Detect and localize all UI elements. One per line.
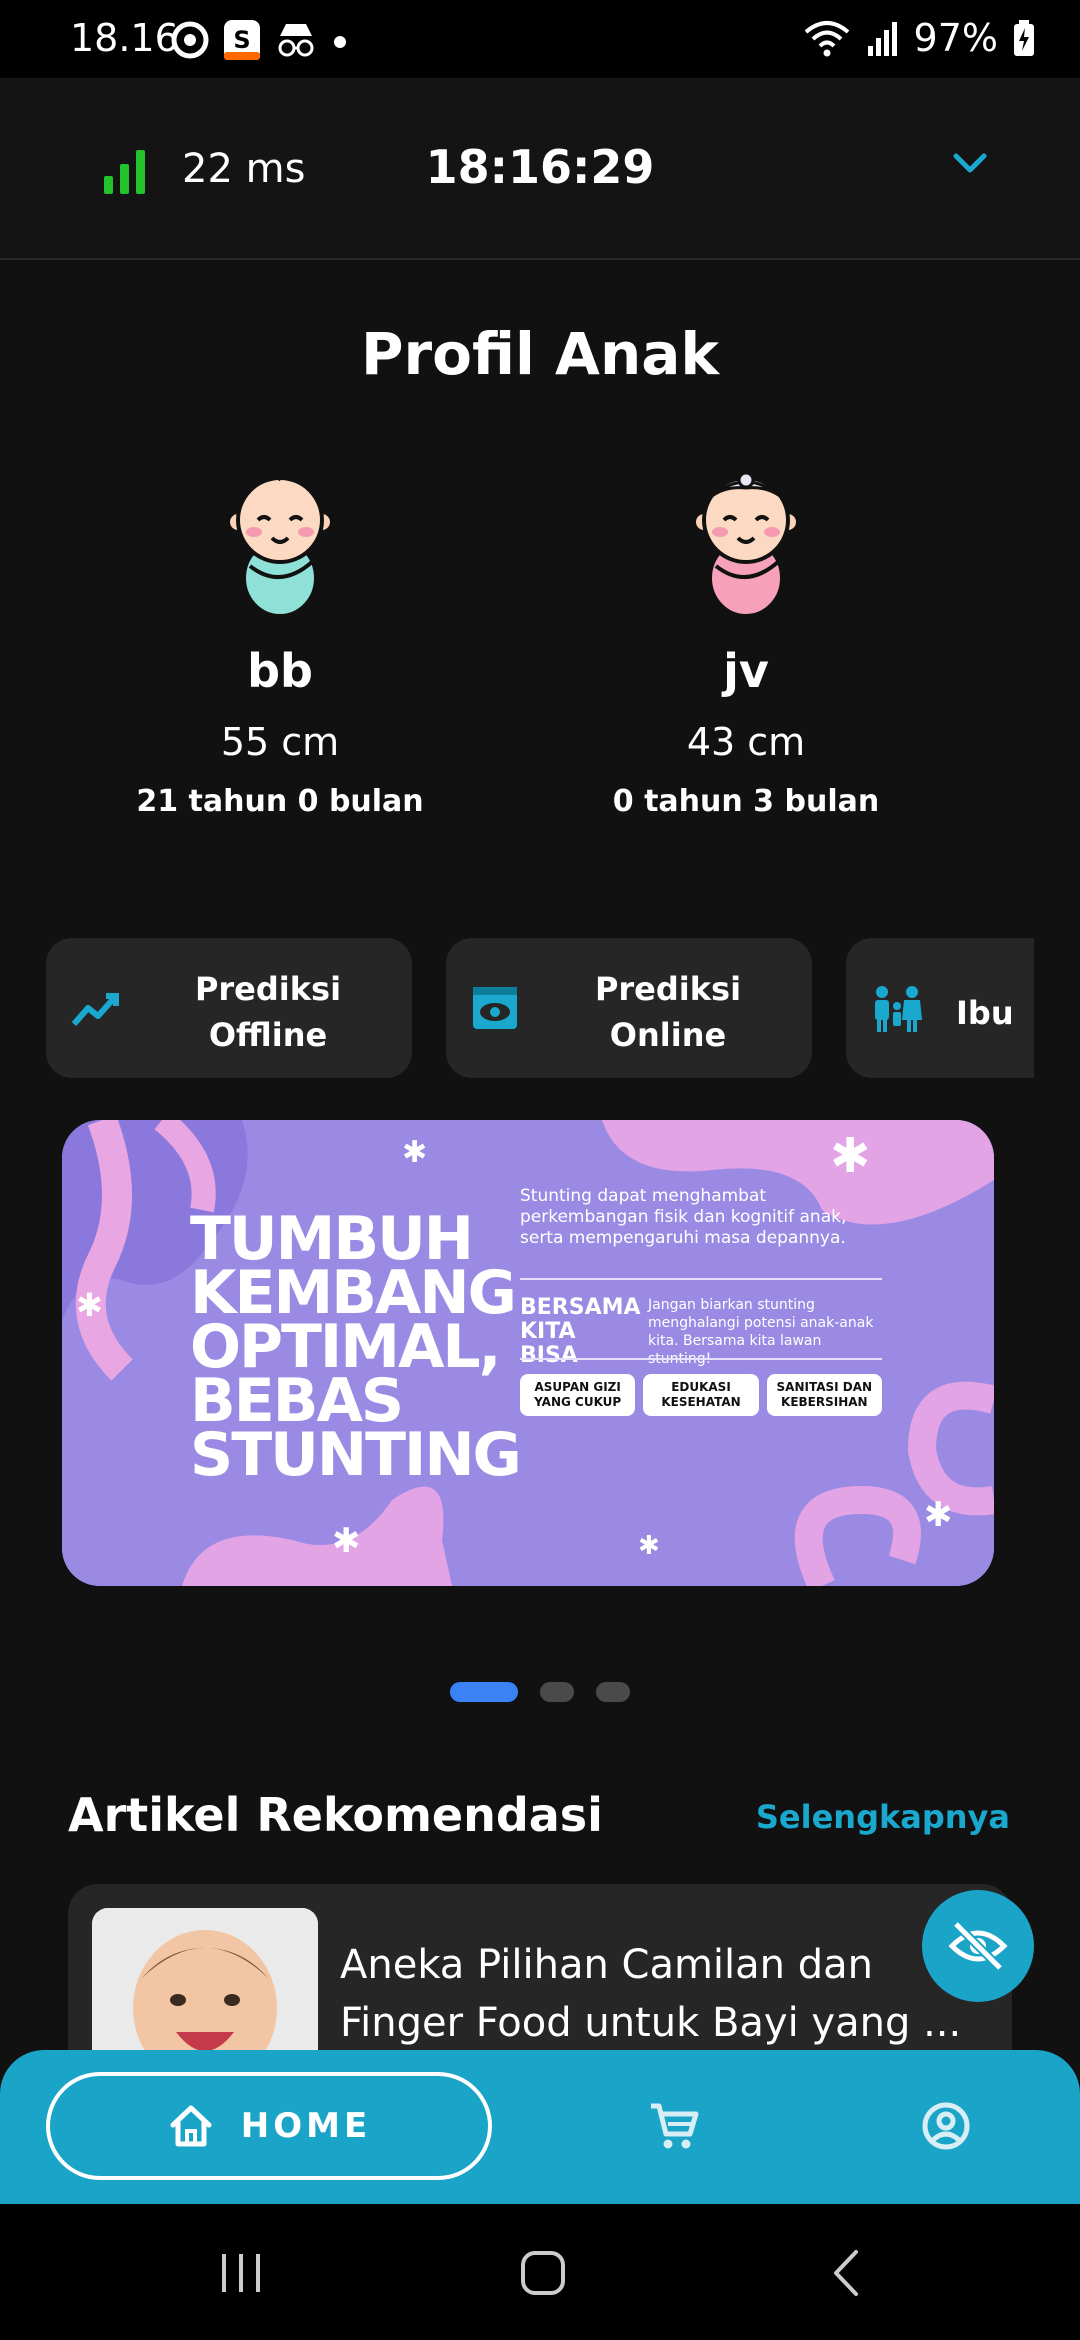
- battery-charging-icon: [1014, 20, 1034, 56]
- bottom-navigation: HOME: [0, 2050, 1080, 2204]
- banner-divider: [520, 1278, 882, 1280]
- baby-girl-avatar-icon: [692, 471, 800, 618]
- cell-signal-icon: [867, 22, 897, 56]
- banner-divider: [520, 1358, 882, 1360]
- battery-percent: 97%: [913, 16, 998, 60]
- more-notifications-dot-icon: [334, 36, 346, 48]
- notification-icons: S: [170, 18, 350, 62]
- cart-icon[interactable]: [648, 2100, 700, 2152]
- page-title: Profil Anak: [361, 320, 719, 388]
- home-system-icon[interactable]: [518, 2248, 568, 2298]
- network-header: 22 ms 18:16:29: [0, 78, 1080, 260]
- profile-icon[interactable]: [920, 2100, 972, 2152]
- banner-pill: ASUPAN GIZI YANG CUKUP: [520, 1374, 636, 1416]
- banner-headline: TUMBUH KEMBANG OPTIMAL, BEBAS STUNTING: [190, 1204, 522, 1490]
- carousel-indicator: [0, 1682, 1080, 1702]
- app-notification-icon: [171, 21, 209, 59]
- status-bar: 18.16 S 97%: [0, 0, 1080, 78]
- home-icon: [170, 2105, 212, 2147]
- baby-avatar-icon: [226, 473, 334, 618]
- svg-text:✱: ✱: [924, 1495, 953, 1535]
- action-carousel[interactable]: Prediksi Offline Prediksi Online Ibu: [46, 938, 1034, 1080]
- svg-text:✱: ✱: [76, 1286, 103, 1324]
- child-name: jv: [723, 644, 769, 698]
- nav-home-button[interactable]: HOME: [46, 2072, 492, 2180]
- child-height: 43 cm: [686, 720, 806, 764]
- family-icon: [875, 986, 922, 1032]
- action-label: Ibu: [956, 994, 1014, 1032]
- trend-icon: [71, 993, 119, 1026]
- svg-text:✱: ✱: [830, 1128, 870, 1184]
- carousel-dot-active[interactable]: [450, 1682, 518, 1702]
- wifi-icon: [804, 21, 849, 57]
- banner-intro: Stunting dapat menghambat perkembangan f…: [520, 1186, 847, 1248]
- action-label: Prediksi Online: [594, 970, 742, 1054]
- prediksi-offline-button[interactable]: Prediksi Offline: [46, 938, 412, 1078]
- article-title: Aneka Pilihan Camilan dan Finger Food un…: [340, 1942, 962, 2046]
- banner-pill: SANITASI DAN KEBERSIHAN: [766, 1374, 882, 1416]
- system-navigation: [0, 2204, 1080, 2340]
- section-title: Artikel Rekomendasi: [68, 1788, 603, 1842]
- clock-text: 18:16:29: [425, 140, 655, 194]
- nav-home-label: HOME: [240, 2106, 372, 2146]
- child-age: 21 tahun 0 bulan: [136, 784, 424, 819]
- recent-apps-icon[interactable]: [216, 2248, 266, 2298]
- child-age: 0 tahun 3 bulan: [612, 784, 880, 819]
- status-time: 18.16: [70, 16, 179, 60]
- eye-off-icon: [948, 1920, 1008, 1972]
- back-icon[interactable]: [822, 2248, 872, 2298]
- child-profile-jv[interactable]: jv 43 cm 0 tahun 3 bulan: [546, 470, 946, 819]
- carousel-dot[interactable]: [596, 1682, 630, 1702]
- ibu-button[interactable]: Ibu: [846, 938, 1034, 1078]
- eye-box-icon: [473, 987, 517, 1029]
- shop-notification-icon: S: [224, 20, 260, 60]
- banner-pill: EDUKASI KESEHATAN: [643, 1374, 759, 1416]
- see-more-link[interactable]: Selengkapnya: [756, 1798, 1010, 1836]
- child-height: 55 cm: [220, 720, 340, 764]
- svg-text:S: S: [233, 26, 250, 54]
- svg-text:✱: ✱: [638, 1531, 660, 1561]
- incognito-icon: [278, 24, 314, 57]
- chevron-down-icon[interactable]: [950, 148, 990, 178]
- prediksi-online-button[interactable]: Prediksi Online: [446, 938, 812, 1078]
- child-profile-bb[interactable]: bb 55 cm 21 tahun 0 bulan: [80, 470, 480, 819]
- hide-button[interactable]: [922, 1890, 1034, 2002]
- svg-text:✱: ✱: [402, 1135, 427, 1170]
- child-name: bb: [247, 644, 313, 698]
- promo-banner[interactable]: ✱ ✱ ✱ ✱ ✱ ✱ TUMBUH KEMBANG OPTIMAL, BEBA…: [62, 1120, 994, 1586]
- carousel-dot[interactable]: [540, 1682, 574, 1702]
- svg-text:✱: ✱: [332, 1521, 361, 1561]
- action-label: Prediksi Offline: [194, 970, 342, 1054]
- banner-pills: ASUPAN GIZI YANG CUKUP EDUKASI KESEHATAN…: [520, 1374, 882, 1416]
